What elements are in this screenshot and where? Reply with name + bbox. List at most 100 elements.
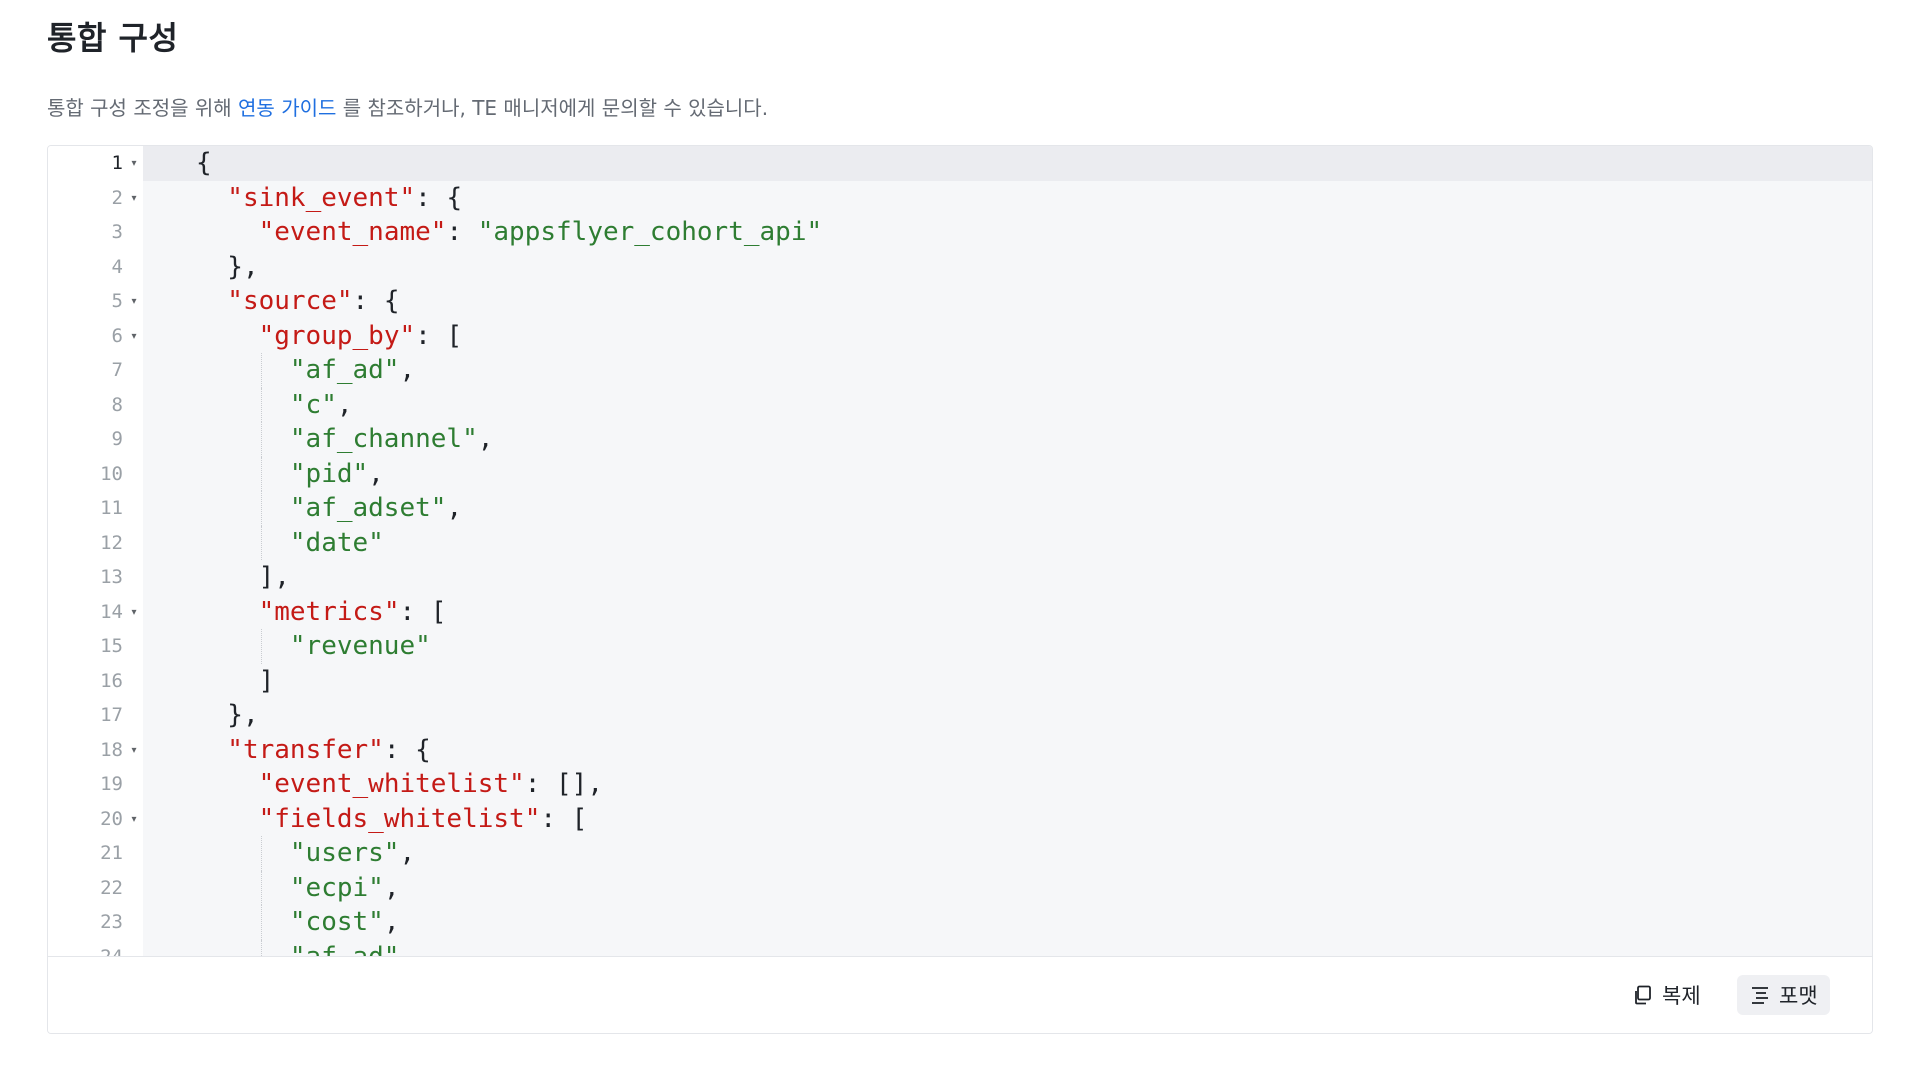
code-text: "transfer": { [143,733,1872,768]
line-number: 5 [111,290,123,312]
code-line: 8 "c", [48,387,1872,422]
fold-toggle-icon[interactable]: ▾ [127,595,141,630]
integration-guide-link[interactable]: 연동 가이드 [238,96,336,120]
json-punctuation: : { [352,286,400,316]
json-punctuation: : [ [540,803,588,834]
code-text: "cost", [143,905,1872,940]
fold-toggle-icon[interactable]: ▾ [127,146,141,181]
json-string: "users" [289,838,400,868]
json-string: "appsflyer_cohort_api" [477,217,823,247]
indent-guide [260,387,263,422]
code-line: 21 "users", [48,836,1872,871]
json-string: "pid" [289,458,369,489]
code-text: "metrics": [ [143,595,1872,630]
code-text: ] [143,664,1872,699]
copy-button[interactable]: 복제 [1620,975,1713,1015]
json-key: "fields_whitelist" [258,803,541,834]
indent-guide [260,629,263,664]
line-number: 22 [100,876,123,899]
fold-toggle-icon[interactable]: ▾ [127,802,141,837]
code-line: 9 "af_channel", [48,422,1872,457]
code-text: "c", [143,387,1872,422]
line-number: 3 [111,221,123,243]
json-punctuation: ], [258,562,290,592]
json-string: "c" [289,389,337,420]
copy-button-label: 복제 [1662,984,1701,1008]
indent-guide [260,905,263,940]
json-code-editor[interactable]: 1 ▾{2 ▾ "sink_event": {3 "event_name": "apps… [48,146,1872,956]
json-punctuation: , [383,907,400,937]
code-editor-panel: 1 ▾{2 ▾ "sink_event": {3 "event_name": "apps… [47,145,1873,1034]
line-number: 17 [100,704,123,726]
indent-guide [260,353,263,388]
code-lines: 1 ▾{2 ▾ "sink_event": {3 "event_name": "apps… [48,146,1872,956]
code-text: "users", [143,836,1872,871]
code-line: 22 "ecpi", [48,870,1872,905]
code-line: 4}, [48,250,1872,285]
line-number: 21 [100,842,123,864]
format-button[interactable]: 포맷 [1737,975,1830,1015]
indent-guide [260,456,263,491]
code-text: "pid", [143,456,1872,491]
json-string: "revenue" [289,631,431,661]
code-text: "af_channel", [143,422,1872,457]
json-string: "date" [289,527,384,558]
json-punctuation: : [ [399,596,447,627]
code-line: 18 ▾ "transfer": { [48,733,1872,768]
line-number: 19 [100,773,123,795]
code-line: 1 ▾ { [48,146,1872,181]
json-punctuation: }, [227,251,259,282]
line-number: 6 [111,324,123,347]
json-punctuation: }, [227,700,259,730]
json-string: "af_channel" [289,424,478,454]
line-number: 14 [100,600,123,623]
code-text: }, [143,698,1872,733]
json-string: "af_ad" [289,355,400,385]
code-text: "ecpi", [143,870,1872,905]
json-key: "sink_event" [227,182,416,213]
code-text: "af_ad", [143,353,1872,388]
line-number: 16 [100,669,123,692]
json-punctuation: , [383,872,400,903]
json-punctuation: , [368,458,384,489]
indent-guide [260,525,263,560]
fold-toggle-icon[interactable]: ▾ [127,181,141,216]
json-key: "event_whitelist" [258,769,525,799]
code-text: "event_name": "appsflyer_cohort_api" [143,215,1872,250]
format-button-label: 포맷 [1779,984,1818,1008]
code-line: 14 ▾ "metrics": [ [48,595,1872,630]
code-line: 23 "cost", [48,905,1872,940]
code-text: "revenue" [143,629,1872,664]
code-text: "date" [143,525,1872,560]
code-text: "source": { [143,284,1872,319]
json-key: "group_by" [258,320,416,351]
json-string: "ecpi" [289,872,384,903]
json-key: "event_name" [258,217,447,247]
json-string: "af_adset" [289,493,447,523]
json-punctuation: { [196,148,212,178]
code-line: 2 ▾ "sink_event": { [48,181,1872,216]
code-text: { [143,146,1872,181]
code-line: 11 "af_adset", [48,491,1872,526]
json-punctuation: : [], [524,769,603,799]
code-line: 16] [48,664,1872,699]
fold-toggle-icon[interactable]: ▾ [127,284,141,319]
line-number: 18 [100,738,123,761]
editor-footer: 복제 포맷 [48,956,1872,1033]
json-punctuation: : { [415,182,463,213]
json-punctuation: , [446,493,463,523]
indent-guide [260,939,263,956]
indent-guide [260,836,263,871]
json-punctuation: : [ [415,320,463,351]
code-line: 17}, [48,698,1872,733]
fold-toggle-icon[interactable]: ▾ [127,319,141,354]
line-number: 11 [100,497,123,519]
fold-toggle-icon[interactable]: ▾ [127,733,141,768]
json-punctuation: , [399,355,416,385]
json-punctuation: , [399,942,415,957]
code-text: "af_adset", [143,491,1872,526]
line-number: 8 [111,393,123,416]
json-key: "metrics" [258,596,400,627]
line-number: 24 [48,940,123,957]
code-text: ], [143,560,1872,595]
